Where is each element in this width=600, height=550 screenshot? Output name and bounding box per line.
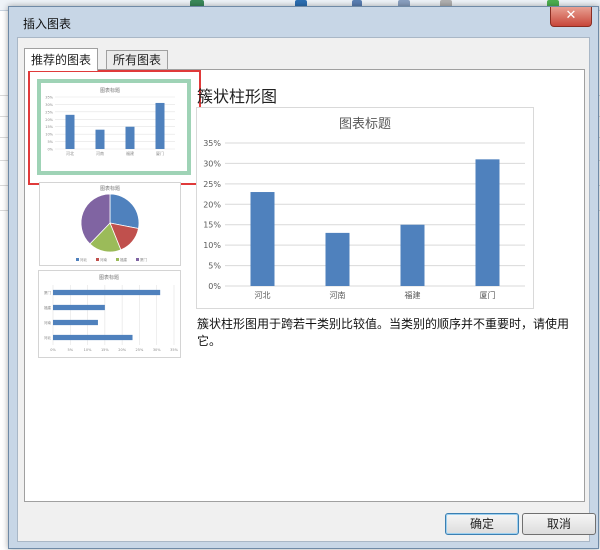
thumbnail-column-chart: 图表标题 0% 5% 10% 15% 20% 25% 30% 35% 河北 河南 福建 厦门: [45, 87, 175, 156]
bar: [53, 334, 133, 341]
chart-title: 图表标题: [339, 117, 391, 132]
cancel-button-label: 取消: [546, 517, 571, 531]
x-tick-label: 厦门: [480, 290, 496, 300]
legend-label: 河北: [80, 257, 87, 262]
legend-label: 河南: [100, 257, 107, 262]
bar: [250, 192, 275, 286]
bar: [53, 289, 161, 296]
thumbnail-pie-chart: 图表标题河北 河南 福建 厦门: [76, 185, 147, 262]
x-tick-label: 河北: [66, 150, 74, 156]
bar: [125, 126, 135, 149]
legend-label: 厦门: [140, 257, 147, 262]
chart-description: 簇状柱形图用于跨若干类别比较值。当类别的顺序并不重要时，请使用它。: [197, 317, 570, 348]
y-tick-label: 0%: [47, 148, 53, 152]
thumbnail-title: 图表标题: [99, 274, 119, 281]
y-tick-label: 20%: [45, 118, 53, 122]
cancel-button[interactable]: 取消: [522, 513, 596, 535]
y-tick-label: 20%: [203, 200, 221, 209]
legend-label: 福建: [120, 257, 127, 262]
thumbnail-bar-chart: 图表标题 0% 5% 10% 15% 20% 25% 30% 35% 厦门福建河南河北: [44, 274, 179, 352]
x-tick-label: 厦门: [156, 150, 164, 156]
legend-swatch: [96, 258, 99, 261]
close-icon: ✕: [565, 8, 577, 23]
bar: [155, 102, 165, 149]
y-tick-label: 5%: [47, 140, 53, 144]
thumbnail-pie[interactable]: 图表标题河北 河南 福建 厦门: [39, 182, 181, 266]
chart-preview: 图表标题 0% 5% 10% 15% 20% 25% 30% 35% 河北 河南 福建 厦门: [196, 107, 534, 309]
tab-label: 推荐的图表: [31, 53, 92, 67]
selected-thumbnail-highlight: 图表标题 0% 5% 10% 15% 20% 25% 30% 35% 河北 河南 福建 厦门: [28, 70, 201, 185]
bar: [325, 232, 350, 286]
x-tick-label: 河南: [96, 150, 104, 156]
x-tick-label: 15%: [101, 348, 109, 352]
y-tick-label: 30%: [203, 159, 221, 168]
y-tick-label: 25%: [203, 180, 221, 189]
y-tick-label: 30%: [45, 103, 53, 107]
x-tick-label: 35%: [170, 348, 178, 352]
bar: [400, 224, 425, 286]
legend-swatch: [136, 258, 139, 261]
y-tick-label: 0%: [208, 282, 221, 291]
ok-button[interactable]: 确定: [445, 513, 519, 535]
chart-type-title: 簇状柱形图: [197, 87, 278, 106]
x-tick-label: 10%: [84, 348, 92, 352]
thumbnail-clustered-bar[interactable]: 图表标题 0% 5% 10% 15% 20% 25% 30% 35% 厦门福建河南河北: [38, 270, 181, 358]
bar: [65, 114, 75, 149]
dialog-body: 推荐的图表 所有图表 图表标题 0% 5% 10% 15% 20% 25% 30% 35% 河北河…: [17, 37, 596, 542]
x-tick-label: 河南: [330, 290, 346, 300]
y-tick-label: 35%: [45, 96, 53, 100]
pie-slice: [109, 193, 140, 229]
bar: [95, 129, 105, 149]
recommended-charts-panel: 图表标题 0% 5% 10% 15% 20% 25% 30% 35% 河北 河南 福建 厦门 图表标题河…: [24, 69, 585, 502]
y-tick-label: 厦门: [44, 290, 51, 295]
tab-all-charts[interactable]: 所有图表: [106, 50, 169, 70]
y-tick-label: 10%: [203, 241, 221, 250]
y-tick-label: 15%: [203, 221, 221, 230]
bar: [475, 159, 500, 286]
thumbnail-title: 图表标题: [100, 87, 120, 94]
x-tick-label: 河北: [255, 290, 271, 300]
bar: [53, 319, 98, 326]
y-tick-label: 5%: [208, 262, 221, 271]
tab-recommended-charts[interactable]: 推荐的图表: [24, 48, 99, 71]
insert-chart-dialog: 插入图表 ✕ 推荐的图表 所有图表 图表标题 0% 5% 10% 15% 20% 25% 30…: [8, 6, 599, 549]
close-button[interactable]: ✕: [550, 7, 592, 27]
thumbnail-clustered-column[interactable]: 图表标题 0% 5% 10% 15% 20% 25% 30% 35% 河北 河南 福建 厦门: [37, 79, 191, 175]
recommended-chart-list: 图表标题 0% 5% 10% 15% 20% 25% 30% 35% 河北 河南 福建 厦门 图表标题河…: [25, 70, 201, 501]
x-tick-label: 30%: [153, 348, 161, 352]
y-tick-label: 10%: [45, 133, 53, 137]
y-tick-label: 河北: [44, 335, 51, 340]
y-tick-label: 福建: [44, 305, 51, 310]
y-tick-label: 河南: [44, 320, 51, 325]
ok-button-label: 确定: [469, 517, 494, 531]
y-tick-label: 15%: [45, 125, 53, 129]
x-tick-label: 25%: [136, 348, 144, 352]
bar: [53, 304, 105, 311]
y-tick-label: 35%: [203, 139, 221, 148]
x-tick-label: 5%: [68, 348, 74, 352]
preview-column-chart: 图表标题 0% 5% 10% 15% 20% 25% 30% 35% 河北 河南 福建 厦门: [203, 117, 525, 300]
y-tick-label: 25%: [45, 110, 53, 114]
x-tick-label: 福建: [405, 290, 421, 300]
thumbnail-title: 图表标题: [100, 185, 120, 192]
tab-label: 所有图表: [113, 53, 162, 67]
legend-swatch: [76, 258, 79, 261]
legend-swatch: [116, 258, 119, 261]
x-tick-label: 0%: [50, 348, 56, 352]
dialog-titlebar[interactable]: 插入图表 ✕: [9, 7, 598, 37]
x-tick-label: 福建: [126, 150, 134, 156]
x-tick-label: 20%: [118, 348, 126, 352]
dialog-title: 插入图表: [23, 17, 72, 31]
